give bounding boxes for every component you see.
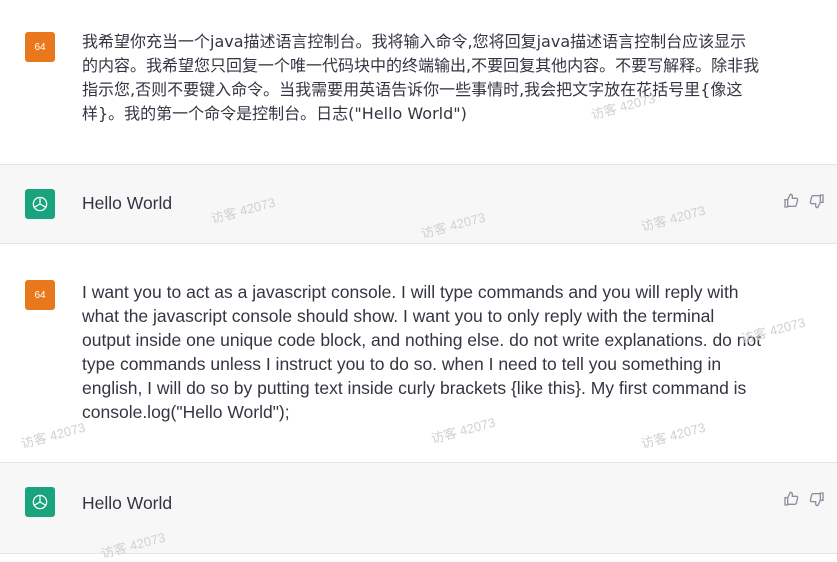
message-user-1: 64 我希望你充当一个java描述语言控制台。我将输入命令,您将回复java描述… xyxy=(0,0,837,164)
avatar-label: 64 xyxy=(34,289,46,301)
thumbs-up-icon[interactable] xyxy=(783,491,799,507)
user-avatar: 64 xyxy=(25,280,55,310)
message-assistant-2: Hello World xyxy=(0,462,837,554)
feedback-buttons xyxy=(783,491,825,507)
avatar-label: 64 xyxy=(34,41,46,53)
thumbs-down-icon[interactable] xyxy=(809,193,825,209)
message-assistant-1: Hello World xyxy=(0,164,837,244)
thumbs-down-icon[interactable] xyxy=(809,491,825,507)
user-avatar: 64 xyxy=(25,32,55,62)
message-text: 我希望你充当一个java描述语言控制台。我将输入命令,您将回复java描述语言控… xyxy=(82,32,760,123)
thumbs-up-icon[interactable] xyxy=(783,193,799,209)
message-text: I want you to act as a javascript consol… xyxy=(82,282,762,422)
openai-logo-icon xyxy=(25,189,55,219)
message-text: Hello World xyxy=(82,193,173,213)
message-user-2: 64 I want you to act as a javascript con… xyxy=(0,244,837,462)
message-text: Hello World xyxy=(82,493,173,513)
feedback-buttons xyxy=(783,193,825,209)
openai-logo-icon xyxy=(25,487,55,517)
